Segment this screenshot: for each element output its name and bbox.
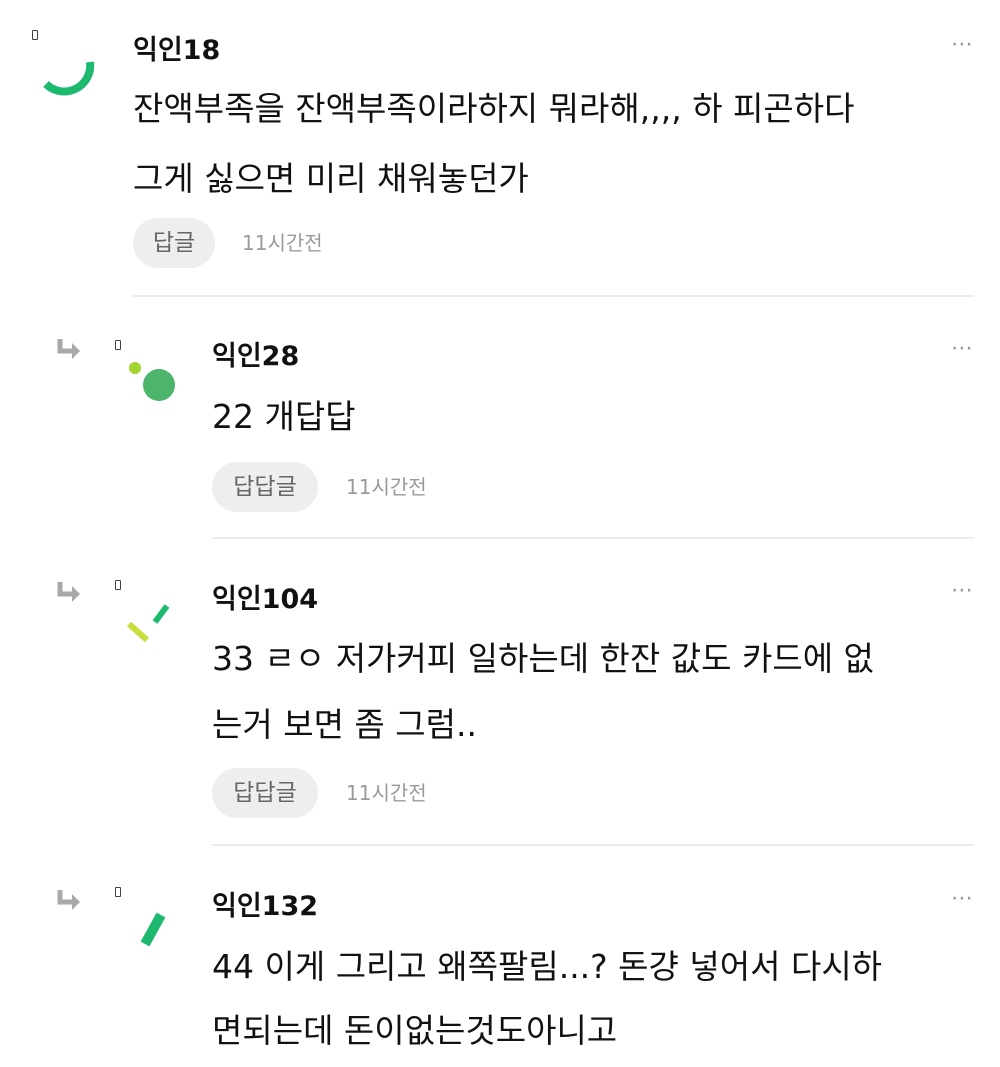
timestamp: 11시간전 — [242, 231, 323, 255]
avatar[interactable] — [115, 580, 185, 650]
avatar[interactable] — [115, 340, 185, 410]
nickname[interactable]: 익인132 — [212, 884, 318, 923]
more-options-icon[interactable]: ⋯ — [951, 888, 974, 910]
more-options-icon[interactable]: ⋯ — [951, 34, 974, 56]
nickname[interactable]: 익인18 — [133, 28, 220, 67]
divider — [212, 844, 974, 846]
reply-button[interactable]: 답답글 — [212, 768, 318, 818]
comment-text-line: 44 이게 그리고 왜쪽팔림...? 돈걍 넣어서 다시하 — [212, 947, 883, 986]
avatar-shape — [127, 604, 170, 643]
comment-text-line: 잔액부족을 잔액부족이라하지 뭐라해,,,, 하 피곤하다 — [133, 89, 855, 128]
divider — [133, 295, 974, 297]
timestamp: 11시간전 — [346, 781, 427, 805]
avatar-shape — [129, 362, 175, 401]
comment-text-line: 면되는데 돈이없는것도아니고 — [212, 1011, 618, 1050]
reply-arrow-icon — [57, 890, 80, 910]
avatar-shape — [140, 912, 166, 947]
avatar-shape — [43, 61, 95, 96]
more-options-icon[interactable]: ⋯ — [951, 338, 974, 360]
comment-text-line: 33 ㄹㅇ 저가커피 일하는데 한잔 값도 카드에 없 — [212, 639, 874, 678]
reply-button[interactable]: 답답글 — [212, 462, 318, 512]
reply-arrow-icon — [57, 582, 80, 602]
comment-text-line: 그게 싫으면 미리 채워놓던가 — [133, 159, 529, 198]
reply-arrow-icon — [57, 339, 80, 359]
timestamp: 11시간전 — [346, 475, 427, 499]
nickname[interactable]: 익인104 — [212, 577, 318, 616]
comment-text-line: 22 개답답 — [212, 397, 356, 436]
more-options-icon[interactable]: ⋯ — [951, 580, 974, 602]
divider — [212, 537, 974, 539]
nickname[interactable]: 익인28 — [212, 334, 299, 373]
avatar[interactable] — [32, 30, 102, 100]
comment-text-line: 는거 보면 좀 그럼.. — [212, 705, 477, 744]
reply-button[interactable]: 답글 — [133, 218, 215, 268]
avatar[interactable] — [115, 887, 185, 957]
